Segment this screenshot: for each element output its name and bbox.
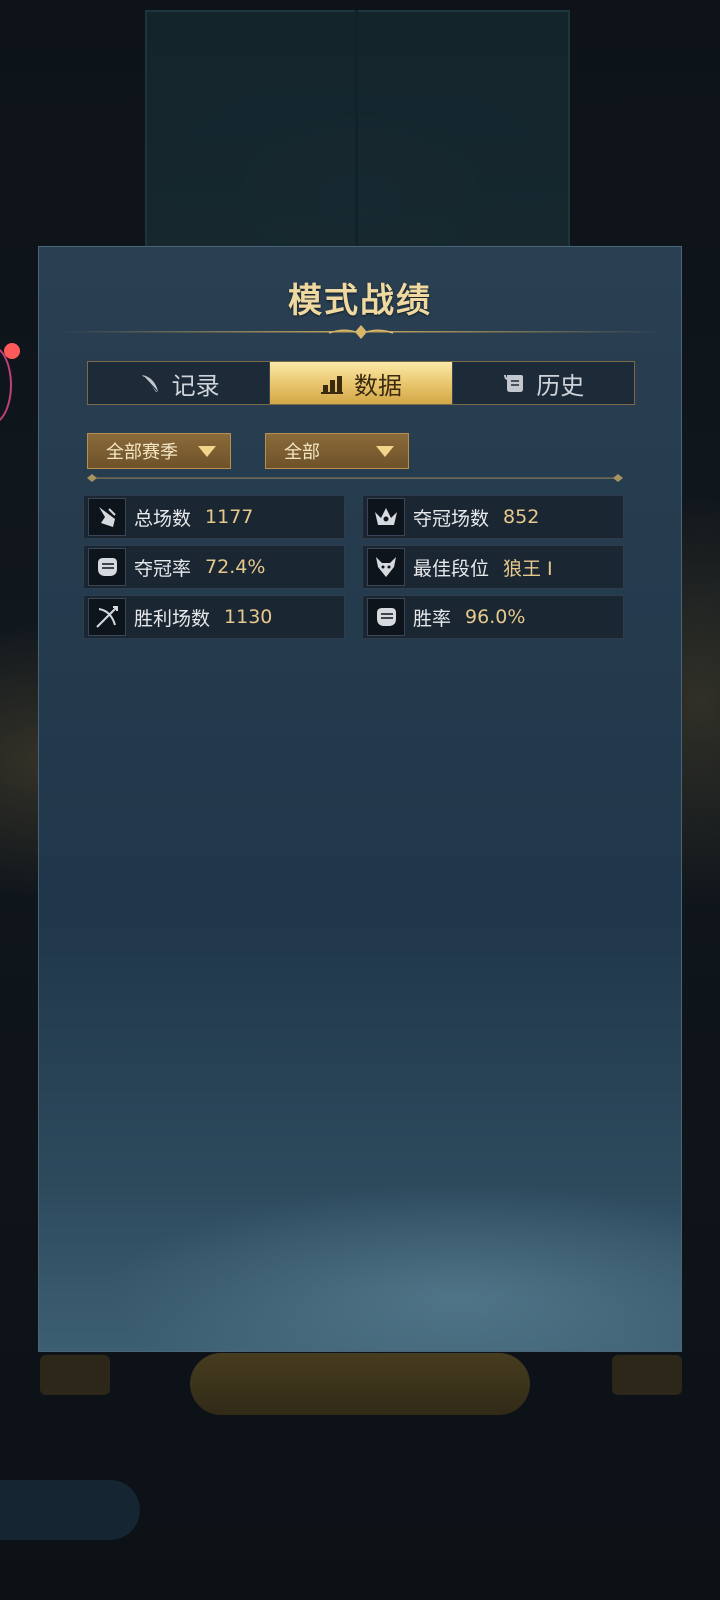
stat-champion-games: 夺冠场数 852 — [362, 495, 624, 539]
wolf-head-icon — [367, 548, 405, 586]
stat-value: 72.4% — [205, 556, 266, 578]
chevron-down-icon — [198, 445, 216, 457]
season-dropdown-value: 全部赛季 — [106, 442, 178, 463]
tab-record-label: 记录 — [171, 371, 220, 400]
mode-record-modal: 模式战绩 记录 数据 历史 全部赛季 全部 总场数 1177 夺冠场数 852 … — [38, 246, 682, 1352]
stat-value: 96.0% — [465, 606, 526, 628]
scroll-icon — [504, 374, 524, 392]
fist-icon — [88, 548, 126, 586]
stat-label: 总场数 — [134, 507, 192, 530]
title-ornament — [59, 325, 663, 339]
section-divider — [87, 474, 623, 482]
background-divider — [355, 10, 358, 255]
stat-label: 胜利场数 — [134, 607, 211, 630]
stat-label: 夺冠场数 — [413, 507, 490, 530]
stat-win-games: 胜利场数 1130 — [83, 595, 345, 639]
stat-label: 夺冠率 — [134, 557, 192, 580]
tab-data[interactable]: 数据 — [269, 362, 452, 404]
quill-icon — [141, 375, 158, 392]
crown-icon — [367, 498, 405, 536]
mode-dropdown-value: 全部 — [284, 442, 320, 463]
stat-total-games: 总场数 1177 — [83, 495, 345, 539]
modal-title: 模式战绩 — [288, 281, 432, 321]
stat-value: 1177 — [205, 506, 254, 528]
fist-icon — [367, 598, 405, 636]
stat-win-rate: 胜率 96.0% — [362, 595, 624, 639]
tab-history[interactable]: 历史 — [451, 362, 634, 404]
stat-best-rank: 最佳段位 狼王 I — [362, 545, 624, 589]
background-main-button — [190, 1353, 530, 1415]
mode-dropdown[interactable]: 全部 — [265, 433, 409, 469]
bar-chart-icon — [320, 376, 343, 394]
wolf-fang-icon — [88, 498, 126, 536]
background-left-button — [40, 1355, 110, 1395]
tab-history-label: 历史 — [536, 371, 585, 400]
stat-label: 胜率 — [413, 607, 452, 630]
stat-champion-rate: 夺冠率 72.4% — [83, 545, 345, 589]
season-dropdown[interactable]: 全部赛季 — [87, 433, 231, 469]
tab-bar: 记录 数据 历史 — [87, 361, 635, 405]
notification-dot — [4, 343, 20, 359]
stat-value: 狼王 I — [503, 557, 553, 580]
stat-label: 最佳段位 — [413, 557, 490, 580]
chevron-down-icon — [376, 445, 394, 457]
crossbow-icon — [88, 598, 126, 636]
tab-data-label: 数据 — [353, 371, 402, 400]
stat-value: 1130 — [224, 606, 273, 628]
background-right-button — [612, 1355, 682, 1395]
tab-record[interactable]: 记录 — [88, 362, 269, 404]
background-pill — [0, 1480, 140, 1540]
stat-value: 852 — [503, 506, 540, 528]
